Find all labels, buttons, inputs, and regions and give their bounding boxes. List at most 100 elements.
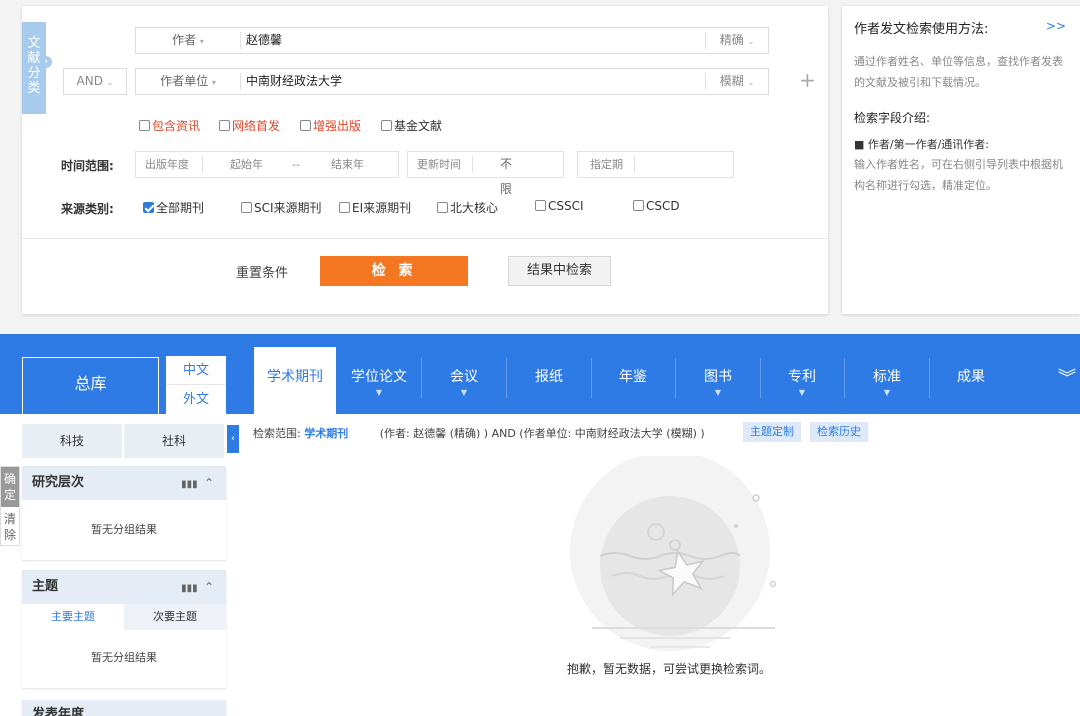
checkbox[interactable] xyxy=(381,120,392,131)
help-field-desc: 输入作者姓名，可在右侧引导列表中根据机构名称进行勾选，精准定位。 xyxy=(854,158,1063,192)
bar-chart-icon[interactable]: ▮▮▮ xyxy=(181,583,198,594)
range-dash: -- xyxy=(292,158,300,171)
search-history-button[interactable]: 检索历史 xyxy=(810,422,868,442)
chevron-up-icon[interactable]: ⌃ xyxy=(204,476,214,490)
search-row-1: 作者 ▾ 精确 ⌄ xyxy=(135,27,769,54)
affiliation-input[interactable] xyxy=(246,69,686,94)
search-within-results-button[interactable]: 结果中检索 xyxy=(508,256,611,286)
source-all-journals[interactable]: 全部期刊 xyxy=(143,199,204,216)
checkbox[interactable] xyxy=(139,120,150,131)
caret-down-icon: ⌄ xyxy=(106,78,114,87)
reset-button[interactable]: 重置条件 xyxy=(236,262,288,281)
time-range-label: 时间范围: xyxy=(61,159,114,173)
nav-theses[interactable]: 学位论文 ▼ xyxy=(337,347,421,414)
option-include-news[interactable]: 包含资讯 xyxy=(139,117,200,134)
search-scope-breadcrumb: 检索范围: 学术期刊 (作者: 赵德馨 (精确) ) AND (作者单位: 中南… xyxy=(253,427,705,440)
checkbox[interactable] xyxy=(535,200,546,211)
pub-year-range: 出版年度 起始年 -- 结束年 xyxy=(135,151,399,178)
search-panel: 文 献 分 类 › 作者 ▾ 精确 ⌄ AND ⌄ 作者单位 ▾ xyxy=(22,6,828,314)
option-enhanced[interactable]: 增强出版 xyxy=(300,117,361,134)
author-input[interactable] xyxy=(246,28,686,53)
bar-chart-icon[interactable]: ▮▮▮ xyxy=(181,479,198,490)
facet-empty-text: 暂无分组结果 xyxy=(91,651,157,664)
help-title: 作者发文检索使用方法: xyxy=(854,22,989,37)
checkbox[interactable] xyxy=(437,202,448,213)
option-fund[interactable]: 基金文献 xyxy=(381,117,442,134)
confirm-button[interactable]: 确定 xyxy=(1,467,19,507)
query-expression: (作者: 赵德馨 (精确) ) AND (作者单位: 中南财经政法大学 (模糊)… xyxy=(379,427,705,440)
facet-header[interactable]: 主题 ▮▮▮ ⌃ xyxy=(22,570,226,604)
tab-secondary-topic[interactable]: 次要主题 xyxy=(124,604,226,630)
lang-foreign[interactable]: 外文 xyxy=(166,385,226,414)
end-year-input[interactable]: 结束年 xyxy=(331,152,364,177)
help-desc: 通过作者姓名、单位等信息，查找作者发表的文献及被引和下载情况。 xyxy=(854,55,1063,89)
checkbox[interactable] xyxy=(633,200,644,211)
nav-standards[interactable]: 标准 ▼ xyxy=(845,347,929,414)
caret-down-icon: ▾ xyxy=(211,78,216,87)
help-panel: 作者发文检索使用方法: >> 通过作者姓名、单位等信息，查找作者发表的文献及被引… xyxy=(842,6,1080,314)
chevron-down-icon: ▼ xyxy=(883,388,891,397)
checkbox[interactable] xyxy=(300,120,311,131)
nav-conference[interactable]: 会议 ▼ xyxy=(422,347,506,414)
plus-icon[interactable]: + xyxy=(799,68,816,92)
option-online-first[interactable]: 网络首发 xyxy=(219,117,280,134)
nav-achievements[interactable]: 成果 xyxy=(929,347,1013,414)
chevron-down-icon: ▼ xyxy=(798,388,806,397)
tab-main-topic[interactable]: 主要主题 xyxy=(22,604,124,630)
source-ei[interactable]: EI来源期刊 xyxy=(339,199,411,216)
double-chevron-down-icon[interactable]: ︾ xyxy=(1058,364,1076,390)
help-field-name: ■ 作者/第一作者/通讯作者: xyxy=(854,138,990,151)
lang-chinese[interactable]: 中文 xyxy=(166,356,226,385)
checkbox[interactable] xyxy=(339,202,350,213)
source-cscd[interactable]: CSCD xyxy=(633,199,680,213)
specify-issue-input[interactable]: 指定期 xyxy=(577,151,734,178)
pub-year-select[interactable]: 出版年度 xyxy=(145,152,189,177)
empty-result-message: 抱歉，暂无数据，可尝试更换检索词。 xyxy=(566,662,771,676)
tab-science[interactable]: 科技 xyxy=(22,424,122,458)
checkbox[interactable] xyxy=(241,202,252,213)
clear-button[interactable]: 清除 xyxy=(1,507,19,545)
help-more-link[interactable]: >> xyxy=(1046,19,1066,33)
caret-down-icon: ⌄ xyxy=(500,160,507,169)
checkbox-checked[interactable] xyxy=(143,202,154,213)
literature-classification-tab[interactable]: 文 献 分 类 › xyxy=(22,22,52,114)
checkbox[interactable] xyxy=(219,120,230,131)
chevron-down-icon: ▼ xyxy=(460,388,468,397)
update-time-select[interactable]: 更新时间 不限 ⌄ xyxy=(407,151,564,196)
nav-newspaper[interactable]: 报纸 xyxy=(507,347,591,414)
chevron-up-icon[interactable]: ⌃ xyxy=(204,580,214,594)
start-year-input[interactable]: 起始年 xyxy=(230,152,263,177)
facet-header[interactable]: 研究层次 ▮▮▮ ⌃ xyxy=(22,466,226,500)
field-select-1[interactable]: 作者 ▾ xyxy=(136,28,240,53)
source-cssci[interactable]: CSSCI xyxy=(535,199,584,213)
nav-books[interactable]: 图书 ▼ xyxy=(676,347,760,414)
match-mode-select-2[interactable]: 模糊 ⌄ xyxy=(706,69,768,94)
source-pku-core[interactable]: 北大核心 xyxy=(437,199,498,216)
field-select-2[interactable]: 作者单位 ▾ xyxy=(136,69,240,94)
discipline-tabs: 科技 社科 xyxy=(22,424,226,458)
logic-select[interactable]: AND ⌄ xyxy=(63,68,127,95)
source-sci[interactable]: SCI来源期刊 xyxy=(241,199,322,216)
nav-patents[interactable]: 专利 ▼ xyxy=(760,347,844,414)
caret-down-icon: ⌄ xyxy=(747,78,755,87)
chevron-left-icon: ‹ xyxy=(231,433,235,444)
collapse-sidebar-button[interactable]: ‹ xyxy=(227,425,239,453)
facet-action-bar: 确定 清除 xyxy=(0,466,20,546)
search-row-2: 作者单位 ▾ 模糊 ⌄ xyxy=(135,68,769,95)
no-data-illustration xyxy=(570,456,777,651)
search-button[interactable]: 检 索 xyxy=(320,256,468,286)
caret-down-icon: ⌄ xyxy=(747,37,755,46)
match-mode-select-1[interactable]: 精确 ⌄ xyxy=(706,28,768,53)
source-label: 来源类别: xyxy=(61,202,114,216)
tab-social-science[interactable]: 社科 xyxy=(124,424,224,458)
facet-research-level: 研究层次 ▮▮▮ ⌃ 暂无分组结果 xyxy=(22,466,226,560)
facet-header[interactable]: 发表年度 xyxy=(22,700,226,716)
nav-yearbook[interactable]: 年鉴 xyxy=(591,347,675,414)
facet-empty-text: 暂无分组结果 xyxy=(91,523,157,536)
nav-academic-journals[interactable]: 学术期刊 xyxy=(254,347,336,414)
topic-subscribe-button[interactable]: 主题定制 xyxy=(743,422,801,442)
divider xyxy=(22,238,828,239)
nav-all-databases[interactable]: 总库 xyxy=(22,357,159,414)
chevron-down-icon: ▼ xyxy=(714,388,722,397)
facet-topic: 主题 ▮▮▮ ⌃ 主要主题 次要主题 暂无分组结果 xyxy=(22,570,226,688)
